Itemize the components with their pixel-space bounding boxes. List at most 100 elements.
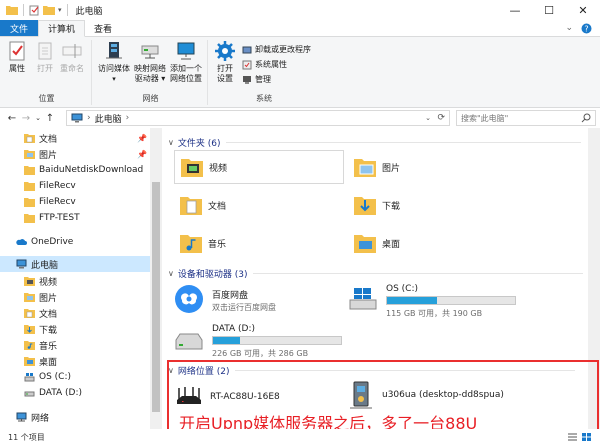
open-icon [38,42,52,60]
address-dropdown-icon[interactable]: ⌄ [425,114,431,122]
documents-folder-icon [24,134,35,143]
nav-item-os-c[interactable]: OS (C:) [0,369,150,385]
breadcrumb-chevron-icon: › [87,113,91,123]
nav-item-music[interactable]: 音乐 [0,337,150,353]
drive-item-os-c[interactable]: OS (C:) 115 GB 可用，共 190 GB [348,282,518,320]
gear-icon [215,41,235,61]
drive-item-data-d[interactable]: DATA (D:) 226 GB 可用，共 286 GB [174,322,354,360]
refresh-icon[interactable]: ⟳ [437,113,445,123]
media-server-icon [106,42,122,59]
manage-icon [243,75,251,84]
map-drive-label-2: 驱动器 ▾ [134,74,166,83]
nav-item-label: 此电脑 [31,260,59,271]
folder-label: 音乐 [208,239,227,250]
status-bar: 11 个项目 [0,429,600,446]
nav-item-documents[interactable]: 文档 [0,305,150,321]
help-icon[interactable]: ? [581,23,592,34]
breadcrumb[interactable]: 此电脑 [95,112,122,125]
videos-folder-icon [181,159,203,177]
nav-item-this-pc[interactable]: 此电脑 [0,256,150,272]
search-input[interactable]: 搜索"此电脑" [456,110,596,126]
nav-scrollbar[interactable] [150,128,162,429]
access-media-button[interactable]: 访问媒体 ▾ [98,40,130,84]
nav-item-label: FileRecv [39,181,76,191]
pin-icon[interactable]: 📌 [137,134,147,143]
ribbon-tabs: 文件 计算机 查看 ⌄ ? [0,20,600,37]
expand-ribbon-chevron-icon[interactable]: ⌄ [565,23,573,33]
minimize-button[interactable]: — [498,0,532,20]
open-button[interactable]: 打开 [34,40,56,74]
nav-item-videos[interactable]: 视频 [0,273,150,289]
address-bar[interactable]: › 此电脑 › ⟳ ⌄ [66,110,450,126]
uninstall-button[interactable]: 卸载或更改程序 [242,44,311,55]
folder-item-documents[interactable]: 文档 [174,188,344,222]
nav-item-pictures[interactable]: 图片 📌 [0,146,150,162]
drive-item-baidu[interactable]: 百度网盘 双击运行百度网盘 [174,282,344,320]
nav-item-filerecv[interactable]: FileRecv [0,178,150,194]
pictures-folder-icon [354,159,376,177]
nav-item-data-d[interactable]: DATA (D:) [0,385,150,401]
open-settings-button[interactable]: 打开 设置 [214,40,236,84]
nav-item-filerecv[interactable]: FileRecv [0,194,150,210]
nav-item-label: 桌面 [39,357,58,368]
music-folder-icon [180,235,202,253]
properties-label: 属性 [9,64,25,73]
add-network-location-button[interactable]: 添加一个 网络位置 [170,40,202,84]
folder-icon [24,182,35,191]
nav-item-downloads[interactable]: 下载 [0,321,150,337]
recent-chevron-icon[interactable]: ⌄ [33,114,43,122]
tab-view[interactable]: 查看 [85,20,121,36]
close-button[interactable]: ✕ [566,0,600,20]
forward-arrow-icon[interactable]: → [19,113,33,124]
properties-button[interactable]: 属性 [6,40,28,74]
details-view-icon[interactable] [567,432,578,442]
nav-item-network[interactable]: 网络 [0,409,150,425]
nav-item-onedrive[interactable]: OneDrive [0,234,150,250]
drive-usage-bar [386,296,516,305]
manage-button[interactable]: 管理 [242,74,271,85]
nav-item-desktop[interactable]: 桌面 [0,353,150,369]
ribbon-right-controls: ⌄ ? [565,20,600,36]
collapse-chevron-icon[interactable]: ∨ [168,269,174,278]
tab-file[interactable]: 文件 [0,20,39,36]
folder-item-downloads[interactable]: 下载 [348,188,518,222]
window-title: 此电脑 [75,6,103,17]
nav-item-ftp-test[interactable]: FTP-TEST [0,210,150,226]
maximize-button[interactable]: ☐ [532,0,566,20]
nav-scrollbar-thumb[interactable] [152,182,160,412]
monitor-network-icon [177,42,195,60]
collapse-chevron-icon[interactable]: ∨ [168,138,174,147]
back-arrow-icon[interactable]: ← [5,113,19,124]
windows-drive-icon [24,373,35,382]
system-properties-label: 系统属性 [255,60,287,69]
folder-label: 下载 [382,201,401,212]
customize-chevron-icon[interactable]: ▾ [58,6,62,14]
folder-item-pictures[interactable]: 图片 [348,150,518,184]
section-divider [253,273,584,274]
desktop-folder-icon [354,235,376,253]
properties-icon [9,41,25,61]
nav-item-pictures[interactable]: 图片 [0,289,150,305]
up-arrow-icon[interactable]: ↑ [43,113,57,124]
pin-icon[interactable]: 📌 [137,150,147,159]
section-title: 文件夹 (6) [177,139,221,149]
new-folder-icon[interactable] [43,5,55,15]
folder-item-videos[interactable]: 视频 [174,150,344,184]
map-network-drive-button[interactable]: 映射网络 驱动器 ▾ [134,40,166,84]
properties-icon[interactable] [29,5,40,16]
nav-item-documents[interactable]: 文档 📌 [0,130,150,146]
section-header-folders[interactable]: ∨ 文件夹 (6) [168,136,582,149]
large-icons-view-icon[interactable] [581,432,592,442]
section-header-devices[interactable]: ∨ 设备和驱动器 (3) [168,267,584,280]
computer-icon [16,259,27,269]
videos-folder-icon [24,277,35,286]
nav-item-baidunetdiskdownload[interactable]: BaiduNetdiskDownload [0,162,150,178]
system-properties-button[interactable]: 系统属性 [242,59,287,70]
network-icon [16,412,27,422]
folder-label: 图片 [382,163,401,174]
tab-computer[interactable]: 计算机 [38,20,86,37]
folder-item-desktop[interactable]: 桌面 [348,226,518,260]
rename-button[interactable]: 重命名 [60,40,84,74]
nav-item-label: 下载 [39,325,58,336]
folder-item-music[interactable]: 音乐 [174,226,344,260]
